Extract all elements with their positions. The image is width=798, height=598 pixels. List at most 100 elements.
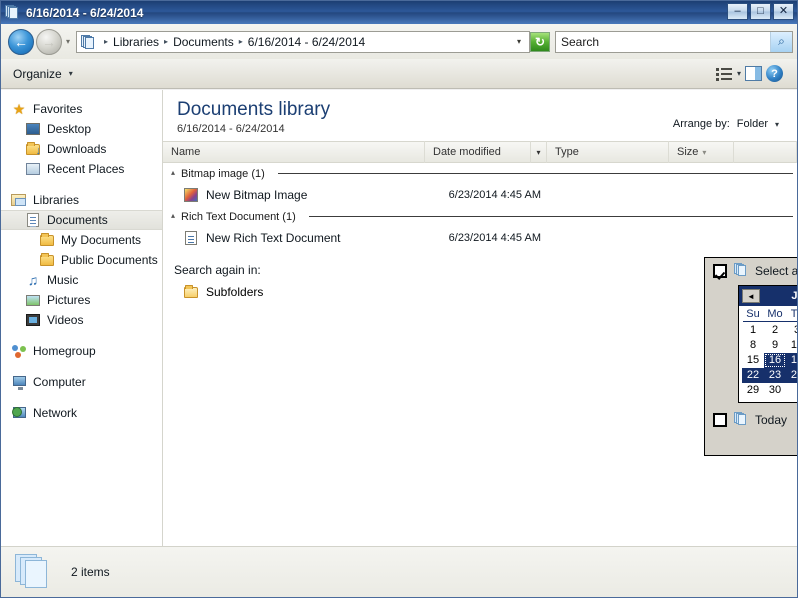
refresh-button[interactable]: ↻ xyxy=(530,31,550,52)
breadcrumb-library-icon xyxy=(81,34,97,49)
calendar-day-22[interactable]: 22 xyxy=(742,368,764,383)
breadcrumb-separator-0[interactable]: ▸ xyxy=(100,37,112,46)
search-box[interactable]: ⌕ xyxy=(555,30,793,53)
sidebar-item-my-documents[interactable]: My Documents xyxy=(1,230,162,250)
close-button[interactable]: ✕ xyxy=(773,3,794,20)
sidebar-label-videos: Videos xyxy=(47,313,84,327)
calendar-day-16[interactable]: 16 xyxy=(764,353,786,368)
address-bar[interactable]: ▸ Libraries ▸ Documents ▸ 6/16/2014 - 6/… xyxy=(76,30,530,53)
calendar-day-17[interactable]: 17 xyxy=(786,353,797,368)
group-rule xyxy=(277,173,793,174)
arrange-by-control[interactable]: Arrange by: Folder ▾ xyxy=(673,98,783,130)
status-bar: 2 items xyxy=(1,546,797,597)
breadcrumb-separator-2[interactable]: ▸ xyxy=(235,37,247,46)
folder-icon xyxy=(39,252,55,268)
column-header-size[interactable]: Size ▾ xyxy=(669,141,734,163)
sidebar-item-computer[interactable]: Computer xyxy=(1,372,162,392)
calendar-day-30[interactable]: 30 xyxy=(764,383,786,398)
sidebar-label-libraries: Libraries xyxy=(33,193,80,207)
date-range-checkbox[interactable] xyxy=(713,263,727,278)
calendar-day-24[interactable]: 24 xyxy=(786,368,797,383)
title-bar: 6/16/2014 - 6/24/2014 – □ ✕ xyxy=(1,1,797,24)
sidebar-item-pictures[interactable]: Pictures xyxy=(1,290,162,310)
today-checkbox[interactable] xyxy=(713,412,727,427)
rtf-file-icon xyxy=(183,230,199,246)
sidebar-label-pictures: Pictures xyxy=(47,293,91,307)
date-filter-dropdown-icon[interactable]: ▾ xyxy=(531,141,547,163)
calendar-grid: 1234567891011121314151617181920212223242… xyxy=(739,322,797,402)
date-range-option-row[interactable]: Select a date or date range: xyxy=(705,258,797,278)
calendar-day-15[interactable]: 15 xyxy=(742,353,764,368)
back-button[interactable]: ← xyxy=(8,28,34,55)
history-dropdown-icon[interactable]: ▾ xyxy=(62,37,74,46)
sidebar-item-videos[interactable]: Videos xyxy=(1,310,162,330)
sidebar-item-music[interactable]: ♫ Music xyxy=(1,270,162,290)
sidebar-item-libraries[interactable]: Libraries xyxy=(1,190,162,210)
calendar-day-3[interactable]: 3 xyxy=(786,323,797,338)
breadcrumb-date-range[interactable]: 6/16/2014 - 6/24/2014 xyxy=(247,35,366,49)
column-header-size-label: Size xyxy=(677,146,699,158)
sidebar-label-homegroup: Homegroup xyxy=(33,344,96,358)
sidebar-label-documents: Documents xyxy=(47,213,108,227)
view-chevron-down-icon[interactable]: ▾ xyxy=(737,69,741,78)
minimize-button[interactable]: – xyxy=(727,3,748,20)
homegroup-icon xyxy=(11,343,27,359)
sidebar-item-public-documents[interactable]: Public Documents xyxy=(1,250,162,270)
library-title-block: Documents library 6/16/2014 - 6/24/2014 xyxy=(177,98,330,135)
list-view-icon[interactable] xyxy=(715,66,733,81)
search-input[interactable] xyxy=(556,34,770,49)
month-calendar: ◄ June, 2014 ► Su Mo Tu We Th Fr Sa 12 xyxy=(738,285,797,403)
sidebar-item-desktop[interactable]: Desktop xyxy=(1,119,162,139)
preview-pane-icon[interactable] xyxy=(745,66,762,81)
calendar-day-9[interactable]: 9 xyxy=(764,338,786,353)
sidebar-item-downloads[interactable]: ↓ Downloads xyxy=(1,139,162,159)
organize-button[interactable]: Organize ▾ xyxy=(7,64,79,84)
breadcrumb-separator-1[interactable]: ▸ xyxy=(160,37,172,46)
prev-month-button[interactable]: ◄ xyxy=(742,289,760,303)
group-header-rich-text[interactable]: ▴ Rich Text Document (1) xyxy=(163,206,797,227)
column-header-filler xyxy=(734,141,797,163)
forward-button[interactable]: → xyxy=(36,28,62,55)
library-stack-icon xyxy=(734,263,748,278)
search-again-subfolders[interactable]: Subfolders xyxy=(163,281,797,303)
file-name-label: New Rich Text Document xyxy=(206,231,341,245)
search-icon[interactable]: ⌕ xyxy=(770,31,792,52)
help-icon[interactable]: ? xyxy=(766,65,783,82)
sidebar-item-recent-places[interactable]: Recent Places xyxy=(1,159,162,179)
calendar-day-23[interactable]: 23 xyxy=(764,368,786,383)
table-row[interactable]: New Bitmap Image 6/23/2014 4:45 AM xyxy=(163,184,797,206)
column-header-name[interactable]: Name xyxy=(163,141,425,163)
today-option-row[interactable]: Today xyxy=(705,403,797,427)
group-header-bitmap[interactable]: ▴ Bitmap image (1) xyxy=(163,163,797,184)
bitmap-file-icon xyxy=(183,187,199,203)
file-list: ▴ Bitmap image (1) New Bitmap Image 6/23… xyxy=(163,163,797,303)
title-library-icon xyxy=(5,4,21,21)
table-row[interactable]: New Rich Text Document 6/23/2014 4:45 AM xyxy=(163,227,797,249)
search-again-label: Search again in: xyxy=(174,263,261,277)
sidebar-item-favorites[interactable]: ★ Favorites xyxy=(1,99,162,119)
toolbar-right-group: ▾ ? xyxy=(715,65,791,82)
column-header-type[interactable]: Type xyxy=(547,141,669,163)
maximize-button[interactable]: □ xyxy=(750,3,771,20)
breadcrumb-libraries[interactable]: Libraries xyxy=(112,35,160,49)
folder-icon xyxy=(183,284,199,300)
weekday-su: Su xyxy=(746,308,760,320)
collapse-caret-icon: ▴ xyxy=(171,168,176,177)
calendar-day-10[interactable]: 10 xyxy=(786,338,797,353)
sidebar-item-homegroup[interactable]: Homegroup xyxy=(1,341,162,361)
file-name-cell: New Bitmap Image xyxy=(163,187,425,203)
organize-label: Organize xyxy=(13,66,62,81)
sidebar-gap-1 xyxy=(1,179,162,190)
sidebar-item-network[interactable]: Network xyxy=(1,403,162,423)
calendar-day-8[interactable]: 8 xyxy=(742,338,764,353)
recent-places-icon xyxy=(25,161,41,177)
calendar-day-29[interactable]: 29 xyxy=(742,383,764,398)
column-header-date-modified[interactable]: Date modified xyxy=(425,141,531,163)
calendar-day-2[interactable]: 2 xyxy=(764,323,786,338)
sidebar-item-documents[interactable]: Documents xyxy=(1,210,162,230)
file-date-cell: 6/23/2014 4:45 AM xyxy=(448,189,541,201)
breadcrumb-documents[interactable]: Documents xyxy=(172,35,235,49)
address-dropdown-icon[interactable]: ▾ xyxy=(511,37,527,46)
calendar-day-1[interactable]: 1 xyxy=(742,323,764,338)
calendar-month-title: June, 2014 xyxy=(791,290,797,302)
